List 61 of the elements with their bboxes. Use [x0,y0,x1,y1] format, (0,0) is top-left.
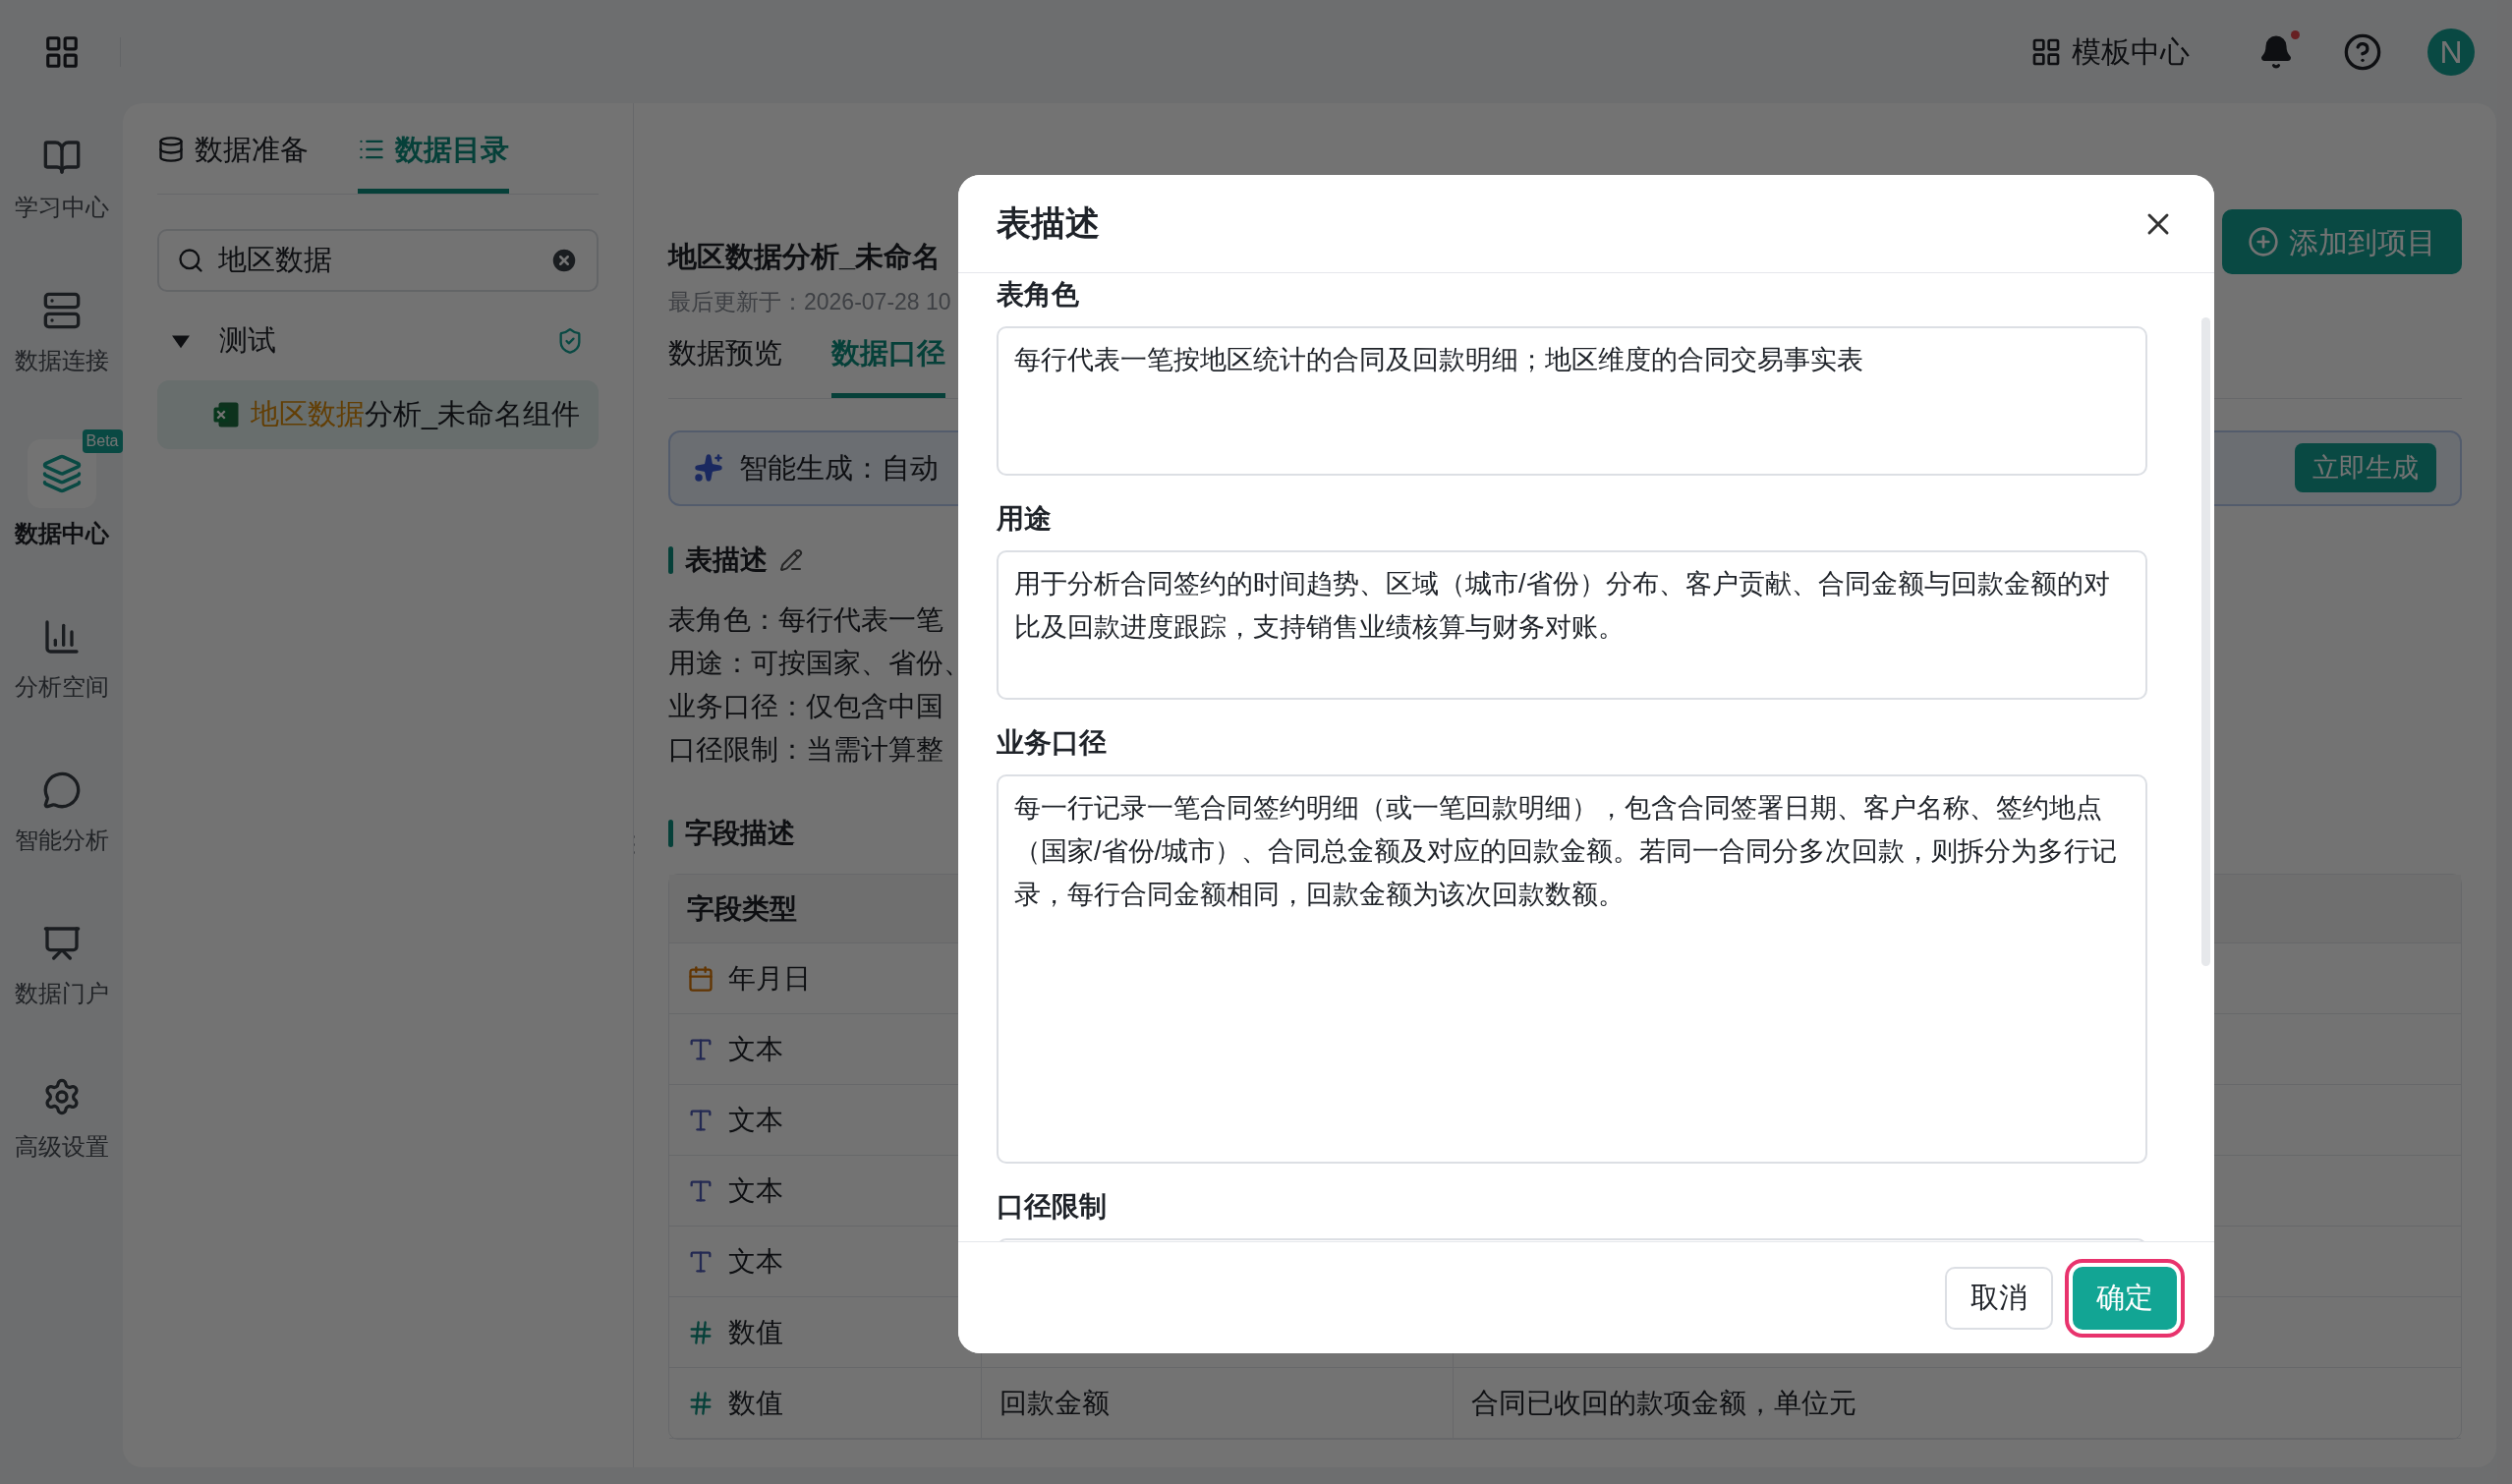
column-header: 字段类型 [686,891,798,926]
database-icon [157,136,185,164]
field-label: 业务口径 [997,726,1108,760]
nav-item[interactable]: 学习中心 [0,123,123,225]
scrollbar[interactable] [2201,317,2210,966]
table-cell-text: 文本 [728,1244,783,1279]
field-label: 用途 [997,502,1053,536]
description-line: 表角色：每行代表一笔 [668,603,943,637]
section-marker [668,820,673,847]
beta-badge: Beta [82,429,123,453]
bell-icon[interactable] [2258,33,2294,70]
dataset-title: 地区数据分析_未命名 [668,240,942,274]
text-area[interactable]: 每一行记录一笔合同签约明细（或一笔回款明细），包含合同签署日期、客户名称、签约地点（国家/省份/城市）、合同总金额及对应的回款金额。若同一合同分多次回款，则拆分为多行记录，每行合同金额相同，回款金额为该次回款数额。 [997,774,2147,1164]
description-line: 用途：可按国家、省份、 [668,647,971,680]
description-line: 口径限制：当需计算整 [668,733,943,767]
nav-item[interactable]: 数据门户 [0,909,123,1011]
section-heading: 表描述 [685,543,768,577]
search-field[interactable]: 地区数据 [157,229,599,292]
plus-circle-icon [2248,226,2279,257]
layers-icon [40,453,83,494]
section-heading: 字段描述 [685,817,795,850]
nav-item[interactable]: 高级设置 [0,1062,123,1165]
generate-button[interactable]: 立即生成 [2295,443,2436,493]
table-cell-text: 数值 [728,1386,783,1420]
content-tab[interactable]: 数据预览 [668,332,782,398]
table-cell-text: 文本 [728,1103,783,1137]
text-area[interactable]: 用于分析合同签约的时间趋势、区域（城市/省份）分布、客户贡献、合同金额与回款金额的对比及回款进度跟踪，支持销售业绩核算与财务对账。 [997,550,2147,700]
banner-text: 智能生成：自动 [739,450,939,485]
template-center-button[interactable]: 模板中心 [2030,29,2190,74]
cancel-button[interactable]: 取消 [1945,1266,2053,1330]
table-cell-text: 合同已收回的款项金额，单位元 [1471,1386,1856,1420]
search-icon [177,247,204,274]
nav-item[interactable]: 分析空间 [0,602,123,705]
table-cell-text: 回款金额 [999,1386,1110,1420]
server-icon [41,291,82,330]
table-cell-text: 文本 [728,1173,783,1208]
user-avatar[interactable]: N [2427,28,2475,76]
field-label: 口径限制 [997,1190,1108,1224]
table-cell-text: 文本 [728,1032,783,1066]
description-line: 业务口径：仅包含中国 [668,690,943,723]
calendar-icon [687,964,714,993]
spreadsheet-icon [211,400,241,429]
table-cell-text: 数值 [728,1315,783,1349]
chat-bubble-icon [41,771,82,810]
section-marker [668,546,673,574]
folder-label[interactable]: 测试 [219,319,276,363]
field-label: 表角色 [997,278,1080,312]
nav-item[interactable]: 数据连接 [0,276,123,378]
presentation-icon [41,924,82,963]
sparkle-icon [694,453,723,484]
panel-tab[interactable]: 数据准备 [157,128,309,194]
help-icon[interactable] [2343,31,2382,72]
edit-icon[interactable] [779,548,803,572]
tree-item[interactable]: 地区数据分析_未命名组件 [157,380,599,449]
add-to-project-button[interactable]: 添加到项目 [2222,209,2462,274]
modal-title: 表描述 [997,202,1100,245]
text-area[interactable]: 每行代表一笔按地区统计的合同及回款明细；地区维度的合同交易事实表 [997,326,2147,476]
panel-tab[interactable]: 数据目录 [358,128,509,194]
table-cell-text: 年月日 [728,961,811,996]
content-tab[interactable]: 数据口径 [831,332,945,398]
nav-item[interactable]: 智能分析 [0,756,123,858]
